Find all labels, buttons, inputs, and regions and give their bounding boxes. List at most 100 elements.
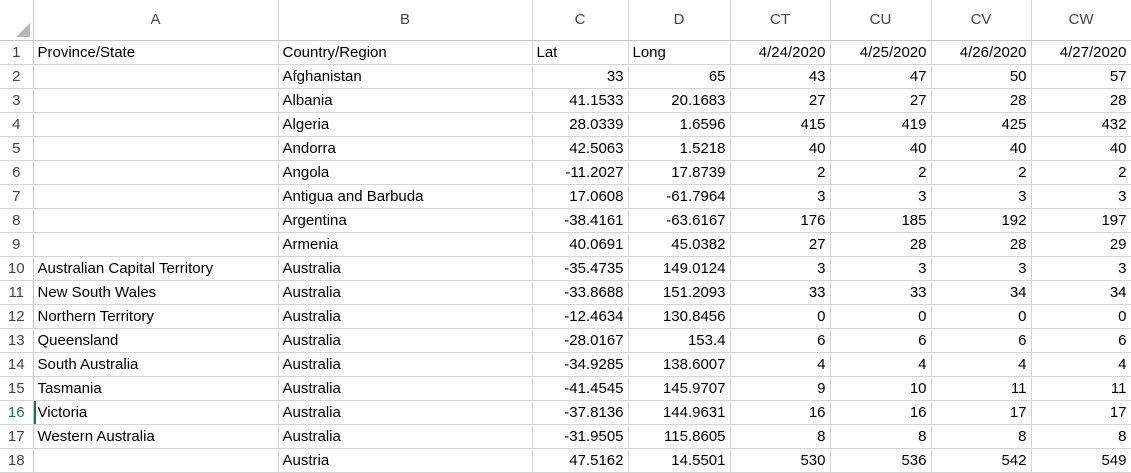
cell-cu4[interactable]: 419	[830, 112, 932, 137]
row-header[interactable]: 12	[0, 304, 34, 329]
cell-cv10[interactable]: 3	[931, 256, 1032, 281]
cell-cu14[interactable]: 4	[830, 352, 932, 377]
cell-ct6[interactable]: 2	[730, 160, 831, 185]
cell-ct9[interactable]: 27	[730, 232, 831, 257]
cell-ct4[interactable]: 415	[730, 112, 831, 137]
cell-cu6[interactable]: 2	[830, 160, 932, 185]
cell-cu18[interactable]: 536	[830, 448, 932, 473]
cell-cu3[interactable]: 27	[830, 88, 932, 113]
cell-c6[interactable]: -11.2027	[532, 160, 629, 185]
cell-cw9[interactable]: 29	[1031, 232, 1131, 257]
cell-d10[interactable]: 149.0124	[628, 256, 731, 281]
cell-c2[interactable]: 33	[532, 64, 629, 89]
column-header-c[interactable]: C	[532, 0, 629, 41]
cell-b3[interactable]: Albania	[278, 88, 533, 113]
cell-cu15[interactable]: 10	[830, 376, 932, 401]
cell-a3[interactable]	[33, 88, 279, 113]
cell-cw1[interactable]: 4/27/2020	[1031, 40, 1131, 65]
cell-cv7[interactable]: 3	[931, 184, 1032, 209]
row-header[interactable]: 11	[0, 280, 34, 305]
cell-a5[interactable]	[33, 136, 279, 161]
row-header[interactable]: 3	[0, 88, 34, 113]
cell-cw12[interactable]: 0	[1031, 304, 1131, 329]
cell-cw18[interactable]: 549	[1031, 448, 1131, 473]
cell-c14[interactable]: -34.9285	[532, 352, 629, 377]
row-header[interactable]: 9	[0, 232, 34, 257]
cell-c10[interactable]: -35.4735	[532, 256, 629, 281]
cell-ct17[interactable]: 8	[730, 424, 831, 449]
cell-a8[interactable]	[33, 208, 279, 233]
cell-d4[interactable]: 1.6596	[628, 112, 731, 137]
cell-d12[interactable]: 130.8456	[628, 304, 731, 329]
row-header[interactable]: 5	[0, 136, 34, 161]
cell-b16[interactable]: Australia	[278, 400, 533, 425]
cell-cv4[interactable]: 425	[931, 112, 1032, 137]
row-header[interactable]: 18	[0, 448, 34, 473]
cell-cw10[interactable]: 3	[1031, 256, 1131, 281]
cell-b14[interactable]: Australia	[278, 352, 533, 377]
column-header-d[interactable]: D	[628, 0, 731, 41]
cell-ct16[interactable]: 16	[730, 400, 831, 425]
cell-b8[interactable]: Argentina	[278, 208, 533, 233]
cell-a13[interactable]: Queensland	[33, 328, 279, 353]
cell-d2[interactable]: 65	[628, 64, 731, 89]
column-header-cw[interactable]: CW	[1031, 0, 1131, 41]
row-header[interactable]: 1	[0, 40, 34, 65]
cell-cw4[interactable]: 432	[1031, 112, 1131, 137]
cell-cu13[interactable]: 6	[830, 328, 932, 353]
cell-ct8[interactable]: 176	[730, 208, 831, 233]
row-header[interactable]: 6	[0, 160, 34, 185]
cell-b9[interactable]: Armenia	[278, 232, 533, 257]
cell-c5[interactable]: 42.5063	[532, 136, 629, 161]
cell-d16[interactable]: 144.9631	[628, 400, 731, 425]
row-header[interactable]: 17	[0, 424, 34, 449]
cell-d3[interactable]: 20.1683	[628, 88, 731, 113]
select-all-button[interactable]	[0, 0, 34, 41]
cell-c13[interactable]: -28.0167	[532, 328, 629, 353]
cell-cu1[interactable]: 4/25/2020	[830, 40, 932, 65]
row-header[interactable]: 4	[0, 112, 34, 137]
cell-c4[interactable]: 28.0339	[532, 112, 629, 137]
cell-cu17[interactable]: 8	[830, 424, 932, 449]
cell-a10[interactable]: Australian Capital Territory	[33, 256, 279, 281]
row-header[interactable]: 14	[0, 352, 34, 377]
row-header[interactable]: 13	[0, 328, 34, 353]
cell-a18[interactable]	[33, 448, 279, 473]
cell-ct13[interactable]: 6	[730, 328, 831, 353]
cell-cv13[interactable]: 6	[931, 328, 1032, 353]
cell-b1[interactable]: Country/Region	[278, 40, 533, 65]
cell-cw6[interactable]: 2	[1031, 160, 1131, 185]
cell-b18[interactable]: Austria	[278, 448, 533, 473]
cell-a11[interactable]: New South Wales	[33, 280, 279, 305]
cell-a17[interactable]: Western Australia	[33, 424, 279, 449]
cell-ct18[interactable]: 530	[730, 448, 831, 473]
cell-c15[interactable]: -41.4545	[532, 376, 629, 401]
cell-b11[interactable]: Australia	[278, 280, 533, 305]
column-header-ct[interactable]: CT	[730, 0, 831, 41]
cell-ct15[interactable]: 9	[730, 376, 831, 401]
cell-c7[interactable]: 17.0608	[532, 184, 629, 209]
cell-ct3[interactable]: 27	[730, 88, 831, 113]
cell-c9[interactable]: 40.0691	[532, 232, 629, 257]
cell-cv18[interactable]: 542	[931, 448, 1032, 473]
cell-d15[interactable]: 145.9707	[628, 376, 731, 401]
cell-cw3[interactable]: 28	[1031, 88, 1131, 113]
cell-d8[interactable]: -63.6167	[628, 208, 731, 233]
cell-cw13[interactable]: 6	[1031, 328, 1131, 353]
cell-cw14[interactable]: 4	[1031, 352, 1131, 377]
cell-d1[interactable]: Long	[628, 40, 731, 65]
cell-d7[interactable]: -61.7964	[628, 184, 731, 209]
cell-c3[interactable]: 41.1533	[532, 88, 629, 113]
cell-ct5[interactable]: 40	[730, 136, 831, 161]
cell-a2[interactable]	[33, 64, 279, 89]
column-header-cv[interactable]: CV	[931, 0, 1032, 41]
cell-cu12[interactable]: 0	[830, 304, 932, 329]
column-header-cu[interactable]: CU	[830, 0, 932, 41]
cell-cv17[interactable]: 8	[931, 424, 1032, 449]
cell-cv12[interactable]: 0	[931, 304, 1032, 329]
cell-ct12[interactable]: 0	[730, 304, 831, 329]
cell-a12[interactable]: Northern Territory	[33, 304, 279, 329]
cell-d5[interactable]: 1.5218	[628, 136, 731, 161]
cell-cw15[interactable]: 11	[1031, 376, 1131, 401]
cell-b5[interactable]: Andorra	[278, 136, 533, 161]
